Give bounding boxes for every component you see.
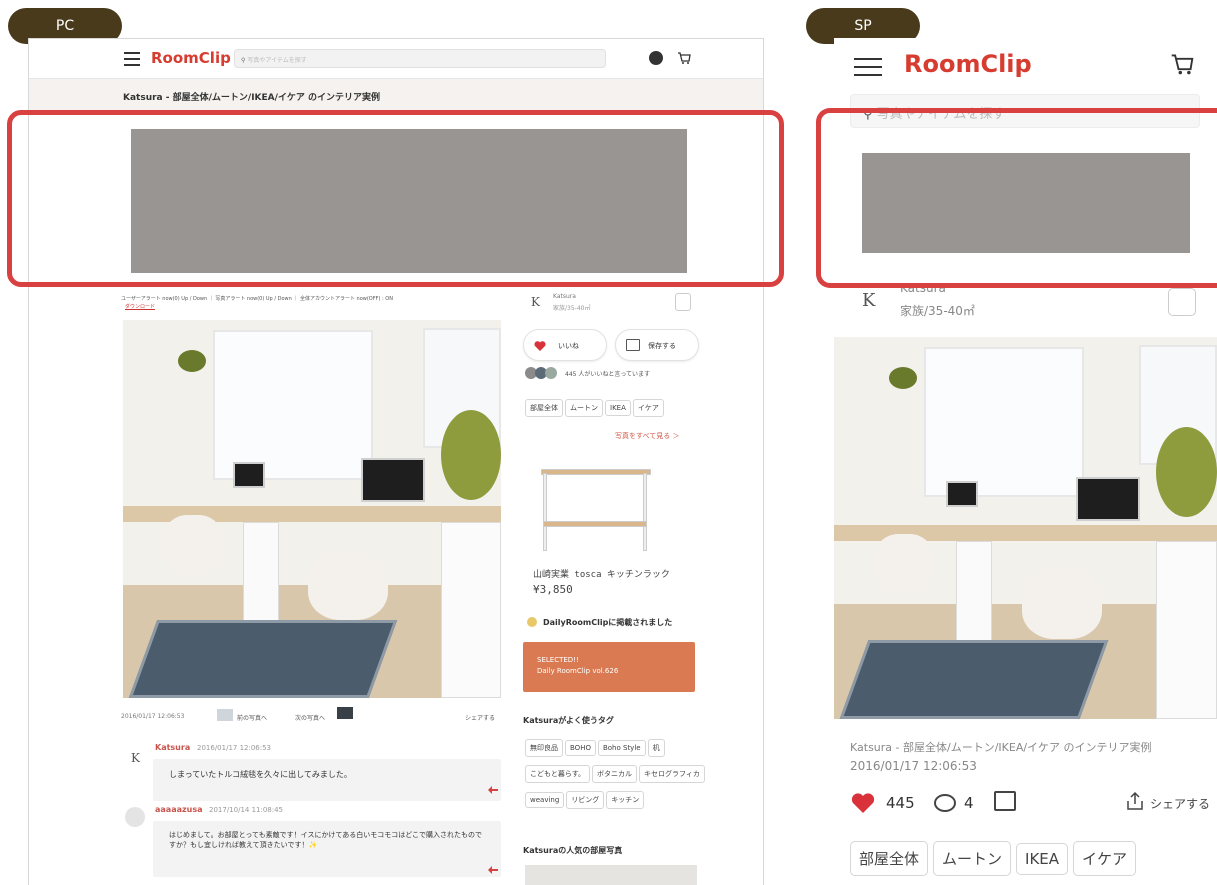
comment-author[interactable]: Katsura <box>155 743 190 752</box>
sp-comment-count[interactable]: 4 <box>964 794 974 812</box>
sp-caption: Katsura - 部屋全体/ムートン/IKEA/イケア のインテリア実例 <box>850 741 1152 754</box>
reply-icon[interactable] <box>487 784 499 796</box>
product-name[interactable]: 山崎実業 tosca キッチンラック <box>533 567 670 580</box>
user-avatar[interactable]: K <box>531 295 540 309</box>
sp-share-label[interactable]: シェアする <box>1150 795 1210 812</box>
sp-comment-icon[interactable] <box>934 794 956 812</box>
prev-photo-link[interactable]: 前の写真へ <box>237 713 267 722</box>
pc-ad-highlight <box>7 110 784 287</box>
share-link[interactable]: シェアする <box>465 713 495 722</box>
selected-banner[interactable]: SELECTED!! Daily RoomClip vol.626 <box>523 642 695 692</box>
search-placeholder: 写真やアイテムを探す <box>247 57 307 64</box>
prev-thumb[interactable] <box>217 709 233 721</box>
tag-chip[interactable]: リビング <box>566 791 605 809</box>
product-image[interactable] <box>535 463 659 559</box>
comment-box-2: はじめまして。お部屋とっても素敵です！イスにかけてある白いモコモコはどこで購入さ… <box>153 821 501 877</box>
selected-line1: SELECTED!! <box>537 656 579 664</box>
tag-chip[interactable]: イケア <box>1073 841 1137 876</box>
tag-chip[interactable]: 部屋全体 <box>850 841 929 876</box>
cart-icon[interactable] <box>677 51 691 65</box>
sp-cart-icon[interactable] <box>1170 52 1194 76</box>
sp-main-photo[interactable] <box>834 337 1217 719</box>
sp-save-icon[interactable] <box>994 791 1016 811</box>
sp-roomclip-logo[interactable]: RoomClip <box>904 50 1032 78</box>
tag-chip[interactable]: ムートン <box>933 841 1012 876</box>
alert-links[interactable]: ユーザーアラート now(0) Up / Down ｜ 写真アラート now(0… <box>121 295 461 302</box>
comment-text-2: はじめまして。お部屋とっても素敵です！イスにかけてある白いモコモコはどこで購入さ… <box>169 831 483 849</box>
sp-tags: 部屋全体 ムートン IKEA イケア <box>850 841 1210 876</box>
user-meta: 家族/35-40㎡ <box>553 305 591 312</box>
page-title-bar: Katsura - 部屋全体/ムートン/IKEA/イケア のインテリア実例 <box>29 79 763 113</box>
comment-avatar-2 <box>125 807 145 827</box>
trophy-icon <box>527 617 537 627</box>
sp-share-icon[interactable] <box>1126 791 1144 811</box>
popular-thumbs[interactable] <box>525 865 697 885</box>
likes-count-text[interactable]: 445 人がいいねと言っています <box>565 369 650 378</box>
sp-like-count[interactable]: 445 <box>886 794 915 812</box>
tag-chip[interactable]: weaving <box>525 792 565 808</box>
next-photo-link[interactable]: 次の写真へ <box>295 713 325 722</box>
sp-follow-icon[interactable] <box>1168 288 1196 316</box>
product-price: ¥3,850 <box>533 583 573 596</box>
heart-icon <box>534 341 546 351</box>
popular-title: Katsuraの人気の部屋写真 <box>523 846 623 855</box>
tag-chip[interactable]: キッチン <box>606 791 645 809</box>
follow-icon[interactable] <box>675 293 691 311</box>
sp-ad-highlight <box>816 108 1217 288</box>
photo-date: 2016/01/17 12:06:53 <box>121 713 185 720</box>
daily-text: DailyRoomClipに掲載されました <box>543 618 673 627</box>
page-title: Katsura - 部屋全体/ムートン/IKEA/イケア のインテリア実例 <box>123 93 381 103</box>
like-label: いいね <box>558 342 579 350</box>
comment-date: 2016/01/17 12:06:53 <box>197 744 272 752</box>
globe-icon[interactable] <box>649 51 663 65</box>
fav-tags: 無印良品 BOHO Boho Style 机こどもと暮らす。 ボタニカル キセログラフィカ… <box>525 735 715 813</box>
tag-chip[interactable]: 部屋全体 <box>525 399 563 417</box>
tag-chip[interactable]: イケア <box>632 399 664 417</box>
selected-line2: Daily RoomClip vol.626 <box>537 667 619 675</box>
tag-chip[interactable]: キセログラフィカ <box>639 765 705 783</box>
download-link[interactable]: ダウンロード <box>125 303 155 310</box>
save-label: 保存する <box>648 342 676 350</box>
tag-chip[interactable]: Boho Style <box>597 740 646 756</box>
sp-menu-icon[interactable] <box>854 58 882 76</box>
reply-icon-2[interactable] <box>487 864 499 876</box>
menu-icon[interactable] <box>124 52 140 66</box>
comment-text: しまっていたトルコ絨毯を久々に出してみました。 <box>169 770 352 779</box>
comment-box: しまっていたトルコ絨毯を久々に出してみました。 <box>153 759 501 801</box>
save-button[interactable]: 保存する <box>615 329 699 361</box>
tag-chip[interactable]: IKEA <box>1016 843 1069 875</box>
pc-header: RoomClip ⚲ 写真やアイテムを探す <box>29 39 763 79</box>
sp-user-meta: 家族/35-40㎡ <box>900 304 975 318</box>
tag-chip[interactable]: BOHO <box>565 740 596 756</box>
tag-chip[interactable]: ムートン <box>565 399 603 417</box>
search-input[interactable]: ⚲ 写真やアイテムを探す <box>234 49 606 68</box>
save-icon <box>626 339 640 351</box>
main-photo[interactable] <box>123 320 501 698</box>
user-name[interactable]: Katsura <box>553 293 576 300</box>
tag-chip[interactable]: 机 <box>647 739 665 757</box>
tag-chip[interactable]: ボタニカル <box>592 765 638 783</box>
tag-chip[interactable]: IKEA <box>605 400 631 416</box>
see-all-photos-link[interactable]: 写真をすべて見る ＞ <box>615 431 679 441</box>
comment-author-2[interactable]: aaaaazusa <box>155 805 203 814</box>
tag-chip[interactable]: こどもと暮らす。 <box>525 765 591 783</box>
sp-heart-icon[interactable] <box>850 791 876 815</box>
like-button[interactable]: いいね <box>523 329 607 361</box>
roomclip-logo[interactable]: RoomClip <box>151 49 231 67</box>
sp-user-avatar[interactable]: K <box>862 290 875 311</box>
fav-tags-title: Katsuraがよく使うタグ <box>523 716 614 725</box>
sp-date: 2016/01/17 12:06:53 <box>850 759 977 773</box>
liker-avatars[interactable] <box>525 367 559 379</box>
tag-chip[interactable]: 無印良品 <box>525 739 563 757</box>
photo-tags: 部屋全体 ムートン IKEA イケア <box>525 395 715 421</box>
comment-date-2: 2017/10/14 11:08:45 <box>209 806 284 814</box>
comment-avatar: K <box>131 751 140 765</box>
next-thumb[interactable] <box>337 707 353 719</box>
